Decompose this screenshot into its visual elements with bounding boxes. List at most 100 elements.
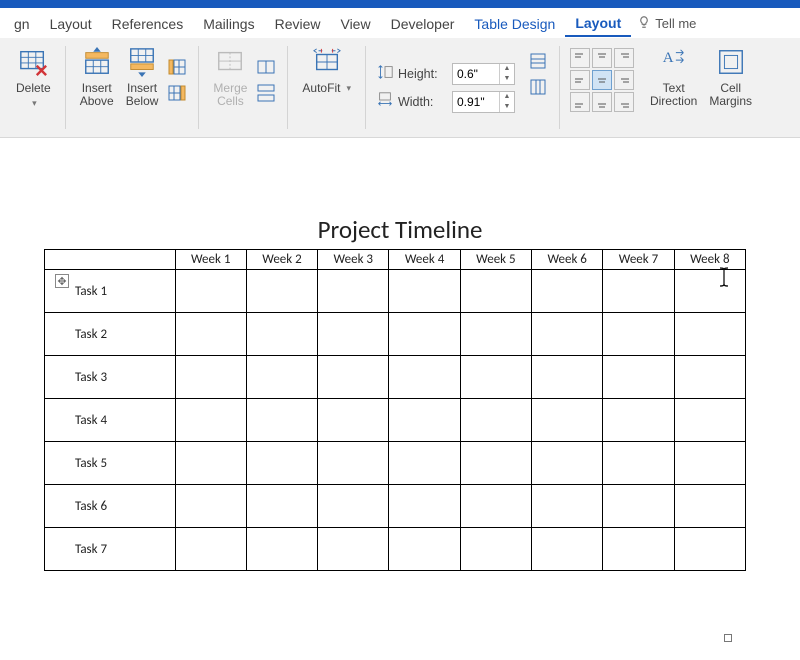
- header-cell[interactable]: [45, 250, 176, 270]
- table-cell[interactable]: [532, 356, 603, 399]
- tab-review[interactable]: Review: [265, 11, 331, 36]
- table-cell[interactable]: [460, 313, 531, 356]
- width-down[interactable]: ▼: [500, 102, 514, 112]
- table-cell[interactable]: [318, 313, 389, 356]
- distribute-cols-button[interactable]: [527, 76, 549, 98]
- table-cell[interactable]: [246, 313, 317, 356]
- table-cell[interactable]: [246, 270, 317, 313]
- align-bot-center[interactable]: [592, 92, 612, 112]
- task-name-cell[interactable]: Task 7: [45, 528, 176, 571]
- table-cell[interactable]: [674, 313, 745, 356]
- table-cell[interactable]: [318, 399, 389, 442]
- task-name-cell[interactable]: Task 3: [45, 356, 176, 399]
- table-cell[interactable]: [389, 528, 460, 571]
- table-cell[interactable]: [603, 528, 674, 571]
- table-cell[interactable]: [532, 528, 603, 571]
- text-direction-button[interactable]: A Text Direction: [646, 44, 701, 110]
- tab-table-design[interactable]: Table Design: [464, 11, 565, 36]
- table-cell[interactable]: [460, 399, 531, 442]
- tell-me[interactable]: Tell me: [637, 15, 696, 32]
- table-row[interactable]: Task 2: [45, 313, 746, 356]
- tab-design-partial[interactable]: gn: [4, 11, 40, 36]
- distribute-rows-button[interactable]: [527, 50, 549, 72]
- table-cell[interactable]: [674, 270, 745, 313]
- table-row[interactable]: Task 6: [45, 485, 746, 528]
- table-cell[interactable]: [460, 528, 531, 571]
- table-cell[interactable]: [460, 442, 531, 485]
- table-row[interactable]: Task 7: [45, 528, 746, 571]
- header-cell[interactable]: Week 6: [532, 250, 603, 270]
- timeline-table[interactable]: Week 1 Week 2 Week 3 Week 4 Week 5 Week …: [44, 249, 746, 571]
- header-cell[interactable]: Week 2: [246, 250, 317, 270]
- align-bot-left[interactable]: [570, 92, 590, 112]
- table-cell[interactable]: [603, 399, 674, 442]
- table-cell[interactable]: [246, 485, 317, 528]
- table-cell[interactable]: [175, 270, 246, 313]
- table-row[interactable]: Task 3: [45, 356, 746, 399]
- table-cell[interactable]: [389, 270, 460, 313]
- align-top-left[interactable]: [570, 48, 590, 68]
- table-row[interactable]: Task 4: [45, 399, 746, 442]
- header-cell[interactable]: Week 8: [674, 250, 745, 270]
- document-canvas[interactable]: Project Timeline ✥ Week 1 Week 2 Week 3 …: [0, 138, 800, 660]
- table-cell[interactable]: [389, 313, 460, 356]
- tab-view[interactable]: View: [330, 11, 380, 36]
- table-cell[interactable]: [532, 399, 603, 442]
- table-cell[interactable]: [532, 270, 603, 313]
- table-cell[interactable]: [175, 356, 246, 399]
- table-cell[interactable]: [389, 442, 460, 485]
- task-name-cell[interactable]: Task 2: [45, 313, 176, 356]
- table-cell[interactable]: [532, 313, 603, 356]
- table-cell[interactable]: [603, 442, 674, 485]
- align-mid-left[interactable]: [570, 70, 590, 90]
- table-cell[interactable]: [603, 485, 674, 528]
- tab-mailings[interactable]: Mailings: [193, 11, 264, 36]
- table-cell[interactable]: [674, 356, 745, 399]
- table-cell[interactable]: [389, 399, 460, 442]
- table-row[interactable]: Task 1: [45, 270, 746, 313]
- insert-left-button[interactable]: [166, 56, 188, 78]
- height-up[interactable]: ▲: [500, 64, 514, 74]
- width-up[interactable]: ▲: [500, 92, 514, 102]
- align-top-center[interactable]: [592, 48, 612, 68]
- task-name-cell[interactable]: Task 4: [45, 399, 176, 442]
- align-top-right[interactable]: [614, 48, 634, 68]
- table-cell[interactable]: [246, 399, 317, 442]
- table-cell[interactable]: [175, 399, 246, 442]
- insert-right-button[interactable]: [166, 82, 188, 104]
- table-cell[interactable]: [674, 399, 745, 442]
- table-cell[interactable]: [318, 356, 389, 399]
- header-cell[interactable]: Week 3: [318, 250, 389, 270]
- split-cells-button[interactable]: [255, 56, 277, 78]
- insert-above-button[interactable]: Insert Above: [76, 44, 118, 110]
- table-cell[interactable]: [318, 485, 389, 528]
- table-cell[interactable]: [318, 528, 389, 571]
- table-cell[interactable]: [175, 528, 246, 571]
- tab-table-layout[interactable]: Layout: [565, 10, 631, 37]
- table-cell[interactable]: [674, 442, 745, 485]
- width-spinbox[interactable]: ▲▼: [452, 91, 515, 113]
- insert-below-button[interactable]: Insert Below: [122, 44, 163, 110]
- table-cell[interactable]: [175, 485, 246, 528]
- table-cell[interactable]: [532, 442, 603, 485]
- table-cell[interactable]: [603, 313, 674, 356]
- table-cell[interactable]: [532, 485, 603, 528]
- table-cell[interactable]: [460, 356, 531, 399]
- split-table-button[interactable]: [255, 82, 277, 104]
- table-move-handle[interactable]: ✥: [55, 274, 69, 288]
- height-input[interactable]: [453, 67, 499, 81]
- table-cell[interactable]: [175, 442, 246, 485]
- header-cell[interactable]: Week 7: [603, 250, 674, 270]
- table-cell[interactable]: [318, 270, 389, 313]
- table-cell[interactable]: [603, 270, 674, 313]
- align-mid-right[interactable]: [614, 70, 634, 90]
- table-cell[interactable]: [318, 442, 389, 485]
- table-row[interactable]: Task 5: [45, 442, 746, 485]
- table-resize-handle[interactable]: [724, 634, 732, 642]
- task-name-cell[interactable]: Task 6: [45, 485, 176, 528]
- table-cell[interactable]: [460, 485, 531, 528]
- table-cell[interactable]: [389, 485, 460, 528]
- autofit-button[interactable]: AutoFit▾: [298, 44, 355, 97]
- table-cell[interactable]: [246, 442, 317, 485]
- document-title[interactable]: Project Timeline: [30, 214, 770, 245]
